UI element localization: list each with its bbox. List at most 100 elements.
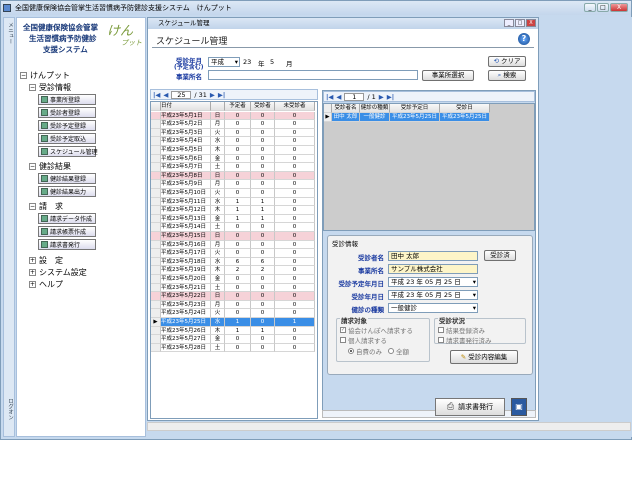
calendar-row[interactable]: 平成23年5月7日土 0 0 0 — [151, 163, 315, 172]
last-page-button[interactable]: ▶| — [387, 93, 394, 101]
minimize-button[interactable]: _ — [584, 3, 596, 12]
exam-done-button[interactable]: 受診済 — [484, 250, 516, 261]
cell: 平成23年5月3日 — [161, 128, 211, 138]
company-select-button[interactable]: 事業所選択 — [422, 70, 474, 81]
help-icon[interactable]: ? — [518, 33, 530, 45]
prev-page-button[interactable]: ◀ — [163, 91, 168, 99]
nav-btn-billing-data[interactable]: 請求データ作成 — [38, 213, 96, 224]
calendar-row[interactable]: 平成23年5月9日月 0 0 0 — [151, 180, 315, 189]
month-value[interactable]: 5 — [270, 58, 274, 66]
nav-btn-company-register[interactable]: 事業所登録 — [38, 94, 96, 105]
nav-group-system-settings[interactable]: + システム設定 — [29, 267, 87, 278]
calendar-row[interactable]: 平成23年5月8日日 0 0 0 — [151, 171, 315, 181]
search-button[interactable]: ⌕ 検索 — [488, 70, 526, 81]
nav-btn-billing-forms[interactable]: 請求帳票作成 — [38, 226, 96, 237]
calendar-row[interactable]: 平成23年5月27日金 0 0 0 — [151, 335, 315, 344]
nav-group-settings[interactable]: + 設 定 — [29, 255, 63, 266]
nav-group-results[interactable]: − 健診結果 — [29, 161, 71, 172]
calendar-row[interactable]: 平成23年5月10日火 0 0 0 — [151, 189, 315, 198]
collapse-icon[interactable]: − — [20, 72, 27, 79]
calendar-row[interactable]: 平成23年5月11日水 1 1 0 — [151, 197, 315, 207]
edit-exam-button[interactable]: ✎ 受診内容編集 — [450, 350, 518, 364]
clear-button[interactable]: ⟲ クリア — [488, 56, 526, 67]
checkbox-icon — [438, 337, 444, 343]
next-page-button[interactable]: ▶ — [379, 93, 384, 101]
collapse-icon[interactable]: − — [29, 203, 36, 210]
calendar-row[interactable]: 平成23年5月24日火 0 0 0 — [151, 309, 315, 318]
nav-btn-patient-register[interactable]: 受診者登録 — [38, 107, 96, 118]
exam-date-field[interactable]: 平成 23 年 05 月 25 日 ▾ — [388, 290, 478, 300]
planned-date-field[interactable]: 平成 23 年 05 月 25 日 ▾ — [388, 277, 478, 287]
calendar-row[interactable]: 平成23年5月19日木 2 2 0 — [151, 266, 315, 275]
calendar-row[interactable]: 平成23年5月22日日 0 0 0 — [151, 292, 315, 301]
exam-type-select[interactable]: 一般健診 ▾ — [388, 303, 478, 313]
last-page-button[interactable]: ▶| — [218, 91, 225, 99]
calendar-row[interactable]: ▶ 平成23年5月25日水 1 0 1 — [151, 318, 315, 327]
year-value[interactable]: 23 — [243, 58, 251, 66]
page-input[interactable]: 25 — [171, 90, 192, 99]
search-label: 検索 — [503, 71, 517, 79]
year-unit: 年 — [258, 60, 265, 68]
name-field[interactable]: 田中 太郎 — [388, 251, 478, 261]
calendar-row[interactable]: 平成23年5月18日水 6 6 0 — [151, 257, 315, 267]
nav-btn-result-output[interactable]: 健診結果出力 — [38, 186, 96, 197]
opt-personal-checkbox[interactable]: 個人請求する — [340, 335, 387, 345]
nav-btn-result-register[interactable]: 健診結果登録 — [38, 173, 96, 184]
nav-btn-plan-import[interactable]: 受診予定取込 — [38, 133, 96, 144]
nav-group-billing[interactable]: − 請 求 — [29, 201, 63, 212]
nav-group-help[interactable]: + ヘルプ — [29, 279, 63, 290]
calendar-row[interactable]: 平成23年5月2日月 0 0 0 — [151, 120, 315, 129]
save-icon[interactable]: ▣ — [511, 398, 527, 416]
sub-minimize-button[interactable]: _ — [504, 19, 514, 27]
expand-icon[interactable]: + — [29, 257, 36, 264]
invoice-issue-button[interactable]: ⎙ 請求書発行 — [435, 398, 505, 416]
calendar-row[interactable]: 平成23年5月6日金 0 0 0 — [151, 154, 315, 164]
sub-maximize-button[interactable]: □ — [515, 19, 525, 27]
nav-btn-plan-register[interactable]: 受診予定登録 — [38, 120, 96, 131]
radio-self-pay[interactable]: 自費のみ — [348, 346, 382, 356]
calendar-row[interactable]: 平成23年5月21日土 0 0 0 — [151, 283, 315, 293]
main-hscrollbar[interactable] — [147, 422, 631, 431]
collapse-icon[interactable]: − — [29, 163, 36, 170]
calendar-row[interactable]: 平成23年5月3日火 0 0 0 — [151, 128, 315, 138]
nav-btn-invoice-issue[interactable]: 請求書発行 — [38, 239, 96, 250]
expand-icon[interactable]: + — [29, 269, 36, 276]
collapse-icon[interactable]: − — [29, 84, 36, 91]
maximize-button[interactable]: □ — [597, 3, 609, 12]
first-page-button[interactable]: |◀ — [153, 91, 160, 99]
company-input[interactable] — [208, 70, 418, 80]
calendar-row[interactable]: 平成23年5月16日月 0 0 0 — [151, 240, 315, 250]
nav-group-exam-info[interactable]: − 受診情報 — [29, 82, 71, 93]
opt-association-checkbox[interactable]: ✓ 協会けんぽへ請求する — [340, 325, 413, 335]
expand-icon[interactable]: + — [29, 281, 36, 288]
company-field[interactable]: サンプル株式会社 — [388, 264, 478, 274]
calendar-row[interactable]: 平成23年5月4日水 0 0 0 — [151, 137, 315, 146]
calendar-row[interactable]: 平成23年5月20日金 0 0 0 — [151, 275, 315, 284]
sub-close-button[interactable]: X — [526, 19, 536, 27]
calendar-row[interactable]: 平成23年5月12日木 1 1 0 — [151, 206, 315, 215]
nav-root[interactable]: − けんプット — [20, 70, 70, 81]
logon-strip-label[interactable]: ログオン — [6, 398, 14, 420]
nav-btn-schedule[interactable]: スケジュール管理 — [38, 146, 98, 157]
calendar-row[interactable]: 平成23年5月13日金 1 1 0 — [151, 214, 315, 224]
calendar-row[interactable]: 平成23年5月28日土 0 0 0 — [151, 343, 315, 353]
next-page-button[interactable]: ▶ — [210, 91, 215, 99]
radio-full-amount[interactable]: 全額 — [388, 346, 409, 356]
prev-page-button[interactable]: ◀ — [336, 93, 341, 101]
calendar-row[interactable]: 平成23年5月26日木 1 1 0 — [151, 326, 315, 336]
era-select[interactable]: 平成 ▾ — [208, 57, 240, 67]
close-button[interactable]: X — [610, 3, 628, 12]
menu-toggle-strip[interactable]: メニュー ログオン — [3, 17, 15, 437]
calendar-row[interactable]: 平成23年5月15日日 0 0 0 — [151, 232, 315, 241]
calendar-row[interactable]: 平成23年5月14日土 0 0 0 — [151, 223, 315, 232]
row-header — [151, 335, 161, 344]
calendar-row[interactable]: 平成23年5月5日木 0 0 0 — [151, 146, 315, 155]
cell: 平成23年5月2日 — [161, 120, 211, 129]
calendar-row[interactable]: 平成23年5月17日火 0 0 0 — [151, 249, 315, 258]
schedule-row[interactable]: ▶ 田中 太郎 一般健診 平成23年5月25日 平成23年5月25日 — [324, 113, 490, 122]
calendar-row[interactable]: 平成23年5月1日日 0 0 0 — [151, 111, 315, 121]
page-input[interactable]: 1 — [344, 92, 365, 101]
first-page-button[interactable]: |◀ — [326, 93, 333, 101]
checkbox-checked-icon: ✓ — [340, 327, 346, 333]
calendar-row[interactable]: 平成23年5月23日月 0 0 0 — [151, 300, 315, 310]
